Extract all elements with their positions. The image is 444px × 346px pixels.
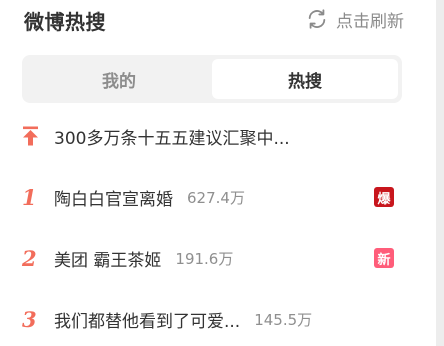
heat-count: 145.5万	[254, 310, 313, 329]
panel-title: 微博热搜	[24, 10, 106, 34]
refresh-button[interactable]: 点击刷新	[306, 8, 404, 32]
rank-number: 2	[22, 245, 37, 271]
new-badge: 新	[374, 248, 394, 268]
topic-text: 陶白白官宣离婚	[54, 189, 173, 210]
topic-text: 美团 霸王茶姬	[54, 250, 162, 271]
pinned-arrow-icon	[22, 126, 44, 146]
heat-count: 191.6万	[175, 249, 234, 268]
topic-text: 300多万条十五五建议汇聚中...	[54, 128, 290, 149]
refresh-label: 点击刷新	[336, 11, 404, 32]
refresh-icon	[306, 8, 328, 30]
list-item[interactable]: 3 我们都替他看到了可爱... 145.5万	[22, 304, 402, 334]
rank-number: 3	[22, 306, 37, 332]
scrollbar-track[interactable]	[436, 0, 444, 346]
heat-count: 627.4万	[187, 188, 245, 207]
hot-search-header: 微博热搜 点击刷新	[24, 6, 404, 34]
tab-hot-search[interactable]: 热搜	[212, 59, 398, 99]
list-item[interactable]: 2 美团 霸王茶姬 191.6万 新	[22, 243, 402, 273]
topic-text: 我们都替他看到了可爱...	[54, 311, 241, 332]
rank-number: 1	[22, 184, 37, 210]
tab-mine[interactable]: 我的	[26, 59, 212, 99]
hot-badge: 爆	[374, 187, 394, 207]
list-item[interactable]: 300多万条十五五建议汇聚中...	[22, 121, 402, 151]
list-item[interactable]: 1 陶白白官宣离婚 627.4万 爆	[22, 182, 402, 212]
tab-bar: 我的 热搜	[22, 55, 402, 103]
